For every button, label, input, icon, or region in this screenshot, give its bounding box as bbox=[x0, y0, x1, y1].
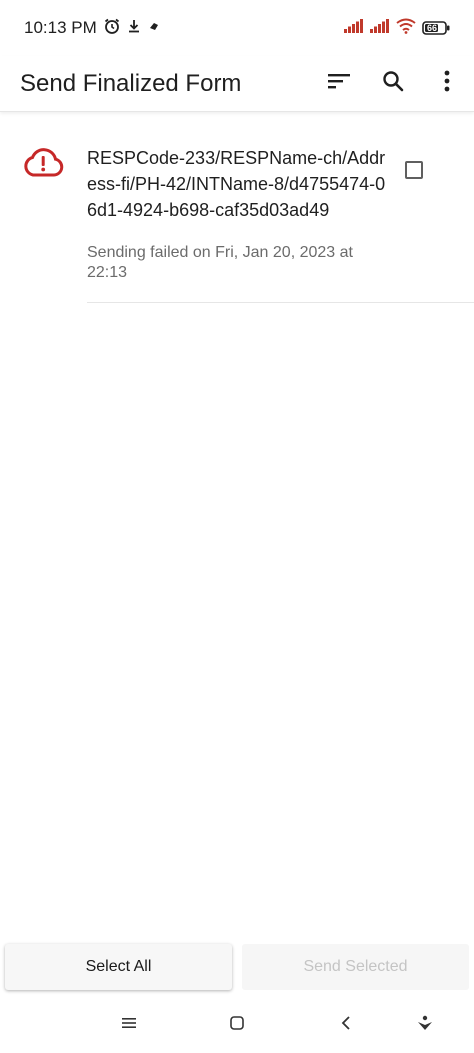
menu-button[interactable] bbox=[114, 1013, 144, 1037]
app-bar: Send Finalized Form bbox=[0, 56, 474, 112]
wifi-icon bbox=[396, 18, 416, 39]
more-options-button[interactable] bbox=[420, 60, 474, 108]
form-title: RESPCode-233/RESPName-ch/Address-fi/PH-4… bbox=[87, 148, 386, 220]
status-time: 10:13 PM bbox=[24, 18, 97, 37]
send-selected-button[interactable]: Send Selected bbox=[242, 944, 469, 990]
divider bbox=[87, 302, 474, 303]
app-actions bbox=[312, 60, 474, 108]
page-title: Send Finalized Form bbox=[20, 69, 242, 97]
status-right: 66 bbox=[344, 18, 450, 39]
form-list: RESPCode-233/RESPName-ch/Address-fi/PH-4… bbox=[0, 113, 474, 303]
back-icon bbox=[340, 1015, 352, 1036]
more-vert-icon bbox=[443, 70, 451, 97]
list-item[interactable]: RESPCode-233/RESPName-ch/Address-fi/PH-4… bbox=[0, 113, 474, 303]
sort-button[interactable] bbox=[312, 60, 366, 108]
status-bar: 10:13 PM 66 bbox=[0, 0, 474, 56]
signal-icon bbox=[344, 18, 364, 38]
home-icon bbox=[229, 1015, 245, 1036]
bottom-buttons: Select All Send Selected bbox=[0, 944, 474, 992]
select-all-button[interactable]: Select All bbox=[5, 944, 232, 990]
nav-bar bbox=[0, 1003, 474, 1048]
form-status-text: Sending failed on Fri, Jan 20, 2023 at 2… bbox=[87, 244, 353, 281]
battery-level: 66 bbox=[427, 23, 438, 33]
search-button[interactable] bbox=[366, 60, 420, 108]
sort-icon bbox=[327, 71, 351, 96]
search-icon bbox=[382, 70, 404, 97]
cloud-error-icon bbox=[22, 148, 64, 178]
notification-icon bbox=[147, 18, 161, 38]
assistant-icon bbox=[416, 1014, 434, 1037]
form-checkbox[interactable] bbox=[405, 161, 423, 179]
download-icon bbox=[127, 18, 141, 38]
back-button[interactable] bbox=[331, 1013, 361, 1037]
alarm-icon bbox=[103, 17, 121, 40]
battery-icon: 66 bbox=[422, 21, 450, 35]
status-left: 10:13 PM bbox=[24, 17, 161, 40]
signal-icon bbox=[370, 18, 390, 38]
menu-icon bbox=[121, 1016, 137, 1035]
assistant-button[interactable] bbox=[410, 1013, 440, 1037]
home-button[interactable] bbox=[222, 1013, 252, 1037]
